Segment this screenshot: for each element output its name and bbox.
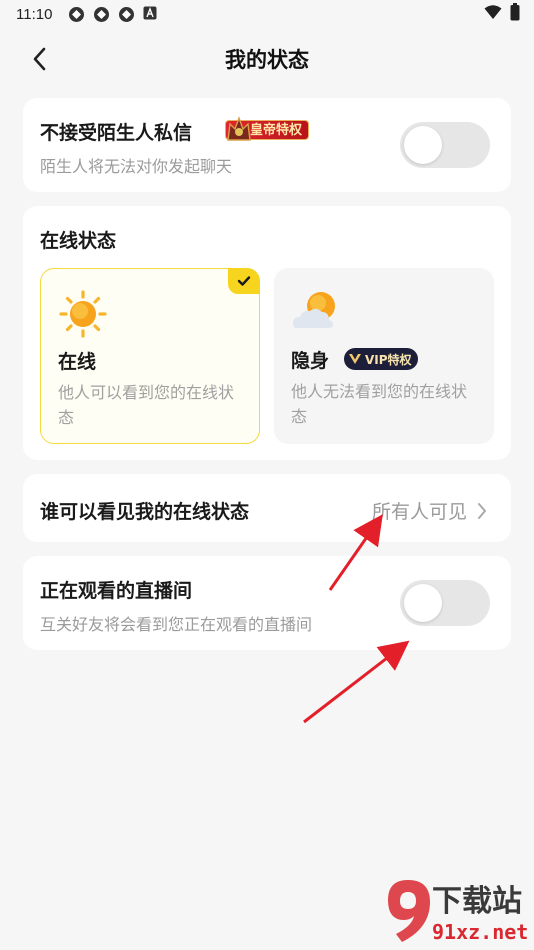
watermark-logo-icon	[388, 880, 430, 942]
back-button[interactable]	[24, 44, 54, 74]
online-status-card: 在线状态 在线 他人可以看到您的在线状态 隐身 VIP特权 他人无法看到您的在线…	[23, 206, 511, 460]
stranger-dm-toggle[interactable]	[400, 122, 490, 168]
header: 我的状态	[0, 36, 534, 82]
vip-privilege-badge: VIP特权	[344, 348, 418, 370]
online-option-label: 在线	[58, 351, 97, 373]
watching-live-title: 正在观看的直播间	[40, 580, 193, 602]
arrow-to-watching-toggle	[303, 640, 410, 724]
status-time: 11:10	[16, 5, 53, 23]
visibility-row[interactable]: 谁可以看见我的在线状态 所有人可见	[23, 474, 511, 542]
watching-live-toggle[interactable]	[400, 580, 490, 626]
invisible-option[interactable]: 隐身 VIP特权 他人无法看到您的在线状态	[274, 268, 494, 444]
battery-icon	[510, 3, 520, 25]
cloud-sun-icon	[293, 292, 335, 328]
chevron-left-icon	[33, 47, 46, 71]
visibility-label: 谁可以看见我的在线状态	[40, 501, 250, 523]
app-notification-icon	[93, 6, 110, 23]
invisible-option-description: 他人无法看到您的在线状态	[291, 382, 468, 426]
online-status-section-title: 在线状态	[40, 230, 117, 252]
stranger-dm-title: 不接受陌生人私信	[40, 122, 193, 144]
toggle-knob	[404, 584, 442, 622]
notification-icons	[68, 6, 160, 23]
app-notification-icon	[68, 6, 85, 23]
a-notification-icon	[143, 6, 160, 23]
toggle-knob	[404, 126, 442, 164]
status-bar: 11:10	[0, 0, 534, 28]
stranger-dm-card: 不接受陌生人私信 皇帝特权 陌生人将无法对你发起聊天	[23, 98, 511, 192]
page-title: 我的状态	[225, 48, 309, 72]
chevron-right-icon	[478, 503, 486, 519]
watermark-text-bottom: 91xz.net	[432, 920, 529, 944]
emperor-privilege-badge: 皇帝特权	[225, 115, 310, 142]
watermark-text-top: 下载站	[432, 884, 522, 919]
watching-live-card: 正在观看的直播间 互关好友将会看到您正在观看的直播间	[23, 556, 511, 650]
app-notification-icon	[118, 6, 135, 23]
online-option[interactable]: 在线 他人可以看到您的在线状态	[40, 268, 260, 444]
wifi-icon	[484, 4, 502, 24]
checkmark-icon	[237, 276, 251, 286]
status-right-icons	[484, 3, 520, 25]
site-watermark: 下载站 91xz.net	[382, 874, 532, 948]
sun-icon	[59, 290, 107, 338]
invisible-option-label: 隐身	[291, 350, 330, 372]
visibility-value: 所有人可见	[371, 501, 467, 523]
watching-live-subtitle: 互关好友将会看到您正在观看的直播间	[40, 615, 313, 634]
vip-v-icon	[349, 354, 361, 364]
vip-badge-label: VIP特权	[365, 352, 412, 367]
stranger-dm-subtitle: 陌生人将无法对你发起聊天	[40, 157, 233, 176]
selected-check-badge	[228, 268, 260, 294]
emperor-emblem-icon	[227, 115, 251, 141]
online-option-description: 他人可以看到您的在线状态	[58, 383, 235, 427]
